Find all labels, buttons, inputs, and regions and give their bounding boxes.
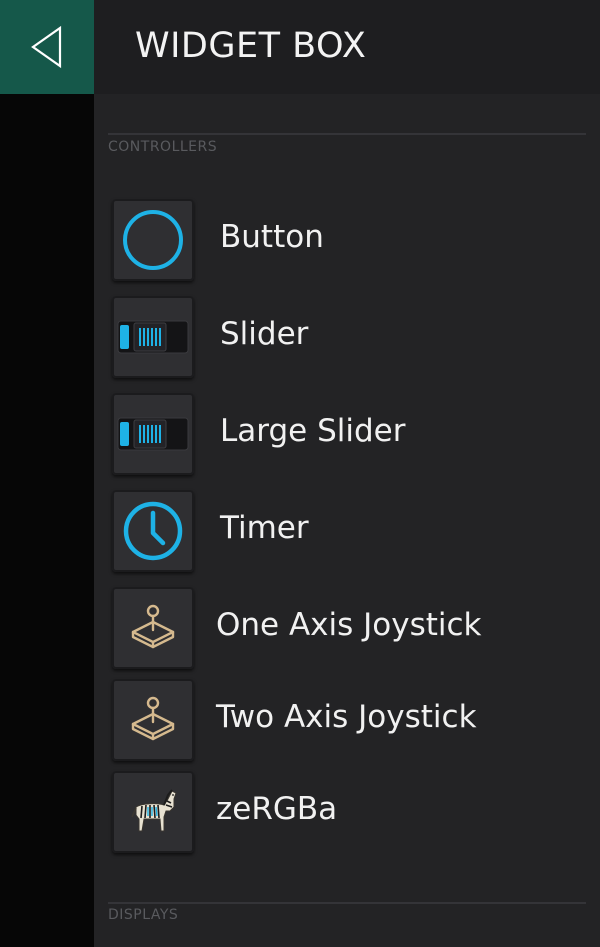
section-label-controllers: CONTROLLERS xyxy=(108,139,218,155)
slider-icon xyxy=(117,320,189,354)
large-slider-widget-tile xyxy=(112,393,194,475)
widget-box-screen: WIDGET BOX CONTROLLERS Button Slider Lar… xyxy=(0,0,600,947)
widget-item-one-axis-joystick[interactable]: One Axis Joystick xyxy=(112,587,582,669)
two-axis-joystick-tile xyxy=(112,679,194,761)
widget-label: One Axis Joystick xyxy=(216,607,482,643)
widget-list-panel: CONTROLLERS Button Slider Large Slider T… xyxy=(94,94,600,947)
joystick-icon xyxy=(131,696,175,741)
widget-item-timer[interactable]: Timer xyxy=(112,490,582,572)
widget-item-slider[interactable]: Slider xyxy=(112,296,582,378)
joystick-icon xyxy=(131,604,175,649)
widget-label: Two Axis Joystick xyxy=(216,699,477,735)
left-dim-strip xyxy=(0,94,94,947)
back-button[interactable] xyxy=(0,0,94,94)
widget-item-zergba[interactable]: zeRGBa xyxy=(112,771,582,853)
slider-widget-tile xyxy=(112,296,194,378)
page-title: WIDGET BOX xyxy=(135,26,367,66)
widget-label: zeRGBa xyxy=(216,791,338,827)
section-label-displays: DISPLAYS xyxy=(108,907,179,923)
one-axis-joystick-tile xyxy=(112,587,194,669)
widget-label: Timer xyxy=(220,510,309,546)
widget-item-large-slider[interactable]: Large Slider xyxy=(112,393,582,475)
clock-icon xyxy=(123,501,183,561)
widget-label: Large Slider xyxy=(220,413,406,449)
widget-item-two-axis-joystick[interactable]: Two Axis Joystick xyxy=(112,679,582,761)
section-divider xyxy=(108,133,586,135)
widget-item-button[interactable]: Button xyxy=(112,199,582,281)
timer-widget-tile xyxy=(112,490,194,572)
back-arrow-icon xyxy=(31,25,62,69)
large-slider-icon xyxy=(117,417,189,451)
header-bar: WIDGET BOX xyxy=(94,0,600,94)
widget-label: Slider xyxy=(220,316,309,352)
zebra-icon xyxy=(131,789,177,832)
ring-icon xyxy=(123,210,183,270)
section-divider xyxy=(108,902,586,904)
button-widget-tile xyxy=(112,199,194,281)
zergba-widget-tile xyxy=(112,771,194,853)
widget-label: Button xyxy=(220,219,324,255)
